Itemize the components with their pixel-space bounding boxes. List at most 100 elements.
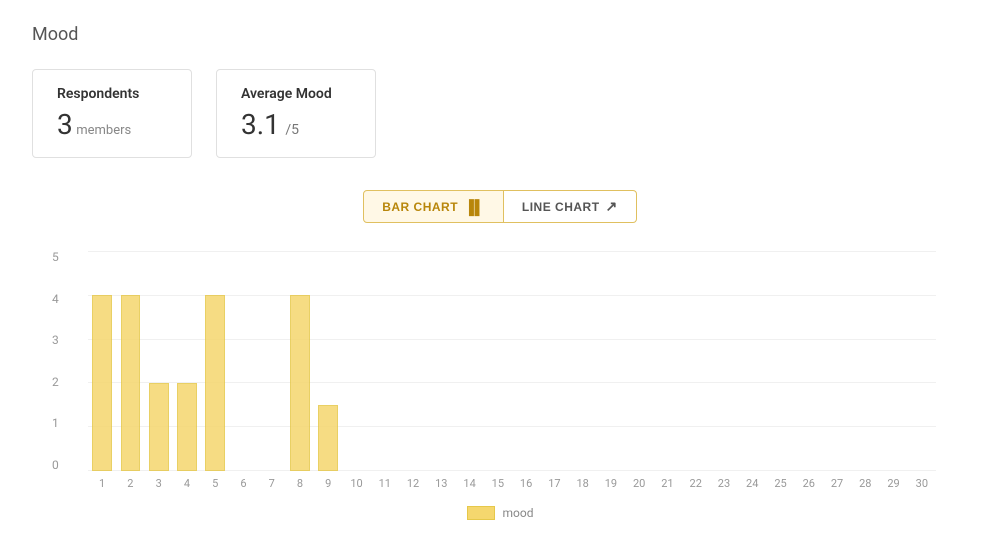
bar-slot (229, 251, 257, 471)
bar (205, 295, 225, 471)
x-axis-label: 19 (597, 477, 625, 490)
x-axis-label: 25 (766, 477, 794, 490)
bar (318, 405, 338, 471)
x-axis-label: 30 (908, 477, 936, 490)
bar-slot (851, 251, 879, 471)
page-title: Mood (32, 24, 968, 45)
x-axis-label: 22 (682, 477, 710, 490)
bar-slot (286, 251, 314, 471)
average-mood-unit: /5 (285, 122, 299, 138)
x-axis-label: 5 (201, 477, 229, 490)
bar-slot (540, 251, 568, 471)
y-axis-label: 4 (52, 293, 59, 305)
bar (177, 383, 197, 471)
line-chart-label: LINE CHART (522, 200, 600, 214)
bar (121, 295, 141, 471)
x-axis-label: 26 (795, 477, 823, 490)
bar-slot (427, 251, 455, 471)
bar-slot (484, 251, 512, 471)
bar-slot (88, 251, 116, 471)
bar-slot (823, 251, 851, 471)
bar-slot (201, 251, 229, 471)
bar-slot (597, 251, 625, 471)
x-axis-label: 17 (540, 477, 568, 490)
bar-slot (314, 251, 342, 471)
bar (149, 383, 169, 471)
x-axis-label: 23 (710, 477, 738, 490)
x-axis-label: 13 (427, 477, 455, 490)
x-axis-label: 11 (371, 477, 399, 490)
average-mood-value-row: 3.1 /5 (241, 108, 351, 141)
bar-slot (342, 251, 370, 471)
bar-slot (371, 251, 399, 471)
bar-chart-button[interactable]: BAR CHART ▐▌ (363, 190, 504, 223)
y-axis-label: 3 (52, 334, 59, 346)
x-axis-label: 21 (653, 477, 681, 490)
bar-slot (710, 251, 738, 471)
x-axis-label: 20 (625, 477, 653, 490)
bar-slot (512, 251, 540, 471)
respondents-label: Respondents (57, 86, 167, 102)
x-axis-label: 8 (286, 477, 314, 490)
x-axis-label: 1 (88, 477, 116, 490)
x-axis-label: 14 (455, 477, 483, 490)
x-axis-label: 15 (484, 477, 512, 490)
bars-wrapper (88, 251, 936, 471)
line-chart-icon: ↗ (606, 198, 618, 215)
x-axis-label: 4 (173, 477, 201, 490)
respondents-card: Respondents 3 members (32, 69, 192, 158)
bar-slot (455, 251, 483, 471)
x-axis-label: 12 (399, 477, 427, 490)
x-axis-label: 16 (512, 477, 540, 490)
bar-slot (173, 251, 201, 471)
bar-chart-label: BAR CHART (382, 200, 458, 214)
x-axis-label: 29 (879, 477, 907, 490)
stats-row: Respondents 3 members Average Mood 3.1 /… (32, 69, 968, 158)
bar-slot (766, 251, 794, 471)
bar-slot (908, 251, 936, 471)
y-axis: 5 4 3 2 1 0 (52, 251, 59, 471)
bar-slot (682, 251, 710, 471)
bar (92, 295, 112, 471)
y-axis-label: 0 (52, 459, 59, 471)
bar-slot (795, 251, 823, 471)
bar-slot (258, 251, 286, 471)
average-mood-card: Average Mood 3.1 /5 (216, 69, 376, 158)
respondents-number: 3 (57, 108, 73, 141)
bar-slot (116, 251, 144, 471)
x-axis-label: 24 (738, 477, 766, 490)
average-mood-number: 3.1 (241, 108, 280, 141)
x-axis-label: 3 (145, 477, 173, 490)
x-axis-label: 10 (342, 477, 370, 490)
bar-slot (738, 251, 766, 471)
legend-color-box (467, 506, 495, 520)
y-axis-label: 1 (52, 417, 59, 429)
x-axis-label: 28 (851, 477, 879, 490)
x-axis: 1234567891011121314151617181920212223242… (88, 471, 936, 490)
bar (290, 295, 310, 471)
chart-area: 543210 123456789101112131415161718192021… (48, 251, 952, 520)
respondents-sub: members (76, 123, 131, 138)
x-axis-label: 27 (823, 477, 851, 490)
legend: mood (48, 506, 952, 520)
legend-label: mood (503, 506, 534, 520)
x-axis-label: 6 (229, 477, 257, 490)
average-mood-label: Average Mood (241, 86, 351, 102)
x-axis-label: 2 (116, 477, 144, 490)
x-axis-label: 18 (569, 477, 597, 490)
bar-slot (569, 251, 597, 471)
x-axis-label: 9 (314, 477, 342, 490)
bar-slot (879, 251, 907, 471)
bar-slot (653, 251, 681, 471)
line-chart-button[interactable]: LINE CHART ↗ (504, 190, 637, 223)
bar-slot (625, 251, 653, 471)
respondents-value: 3 members (57, 108, 167, 141)
x-axis-label: 7 (258, 477, 286, 490)
bar-slot (399, 251, 427, 471)
chart-container: 543210 (88, 251, 936, 471)
bar-slot (145, 251, 173, 471)
bar-chart-icon: ▐▌ (464, 199, 485, 215)
chart-toggle: BAR CHART ▐▌ LINE CHART ↗ (32, 190, 968, 223)
y-axis-label: 2 (52, 376, 59, 388)
y-axis-label: 5 (52, 251, 59, 263)
